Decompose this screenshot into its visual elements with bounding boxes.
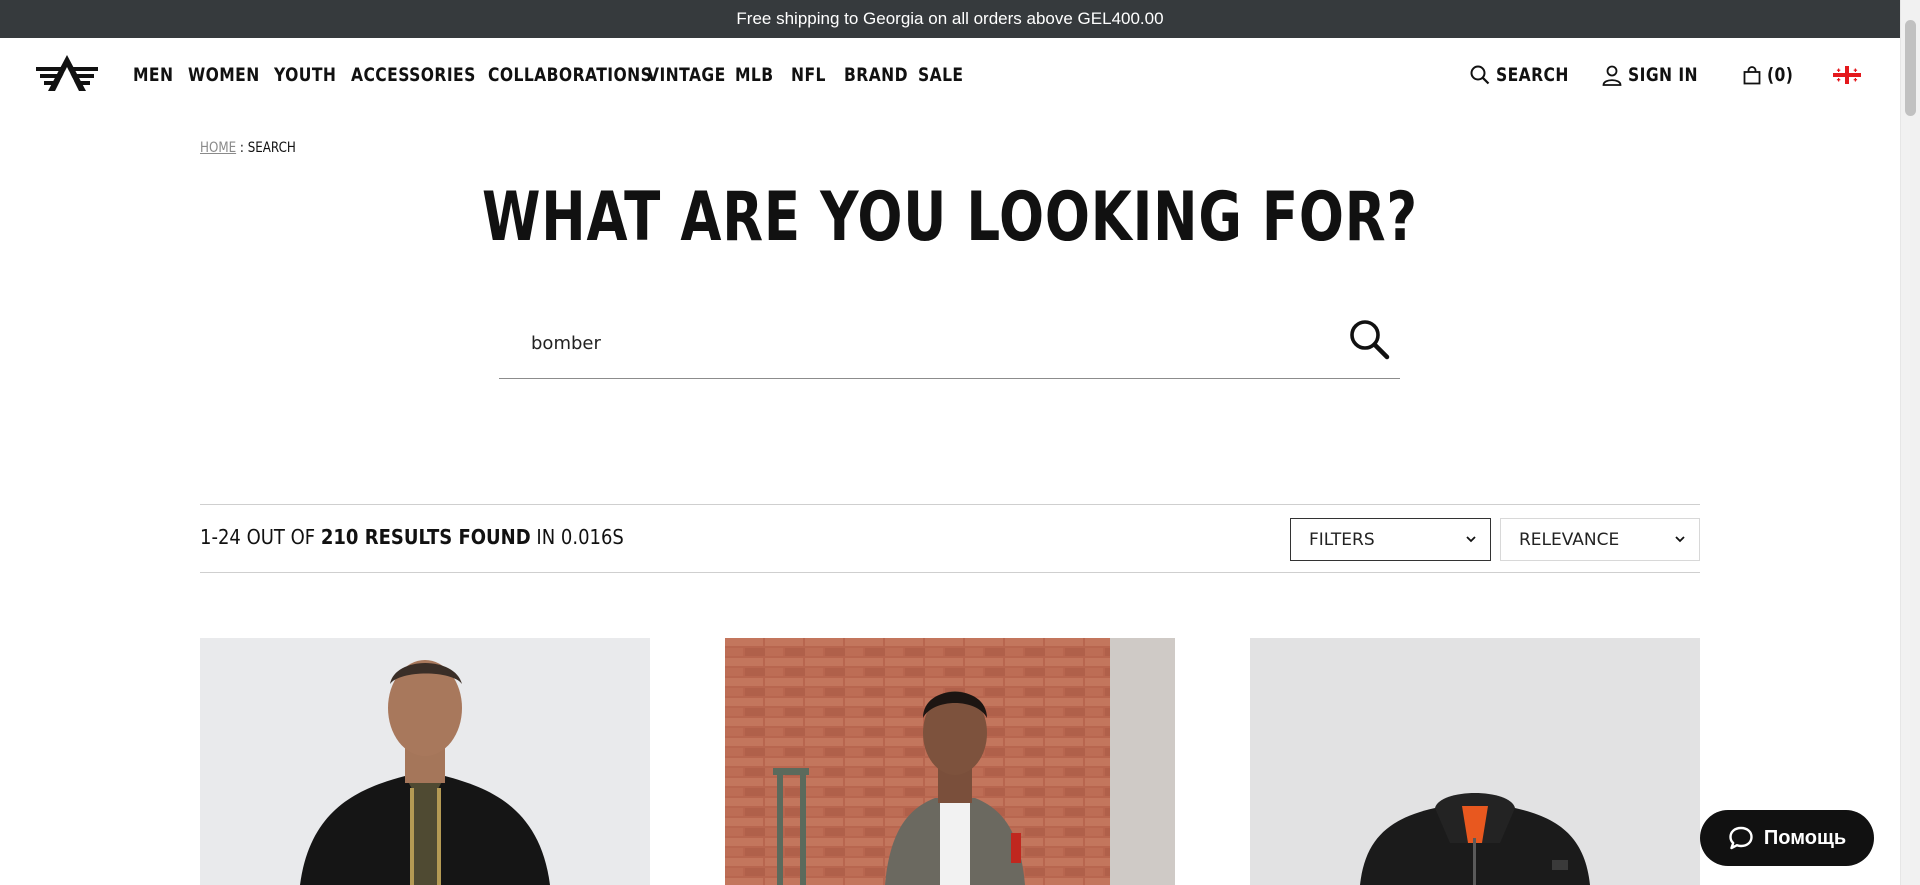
filters-label: FILTERS bbox=[1309, 529, 1375, 550]
help-chat-button[interactable]: Помощь bbox=[1700, 810, 1874, 866]
sign-in-link[interactable]: SIGN IN bbox=[1602, 38, 1713, 112]
breadcrumb-separator: : bbox=[236, 140, 248, 156]
announcement-bar: Free shipping to Georgia on all orders a… bbox=[0, 0, 1900, 38]
breadcrumb-current: SEARCH bbox=[247, 140, 296, 156]
nav-label[interactable]: ACCESSORIES bbox=[351, 64, 475, 86]
product-card[interactable] bbox=[200, 638, 650, 885]
search-link-label: SEARCH bbox=[1496, 64, 1569, 86]
nav-label[interactable]: SALE bbox=[918, 64, 963, 86]
search-form bbox=[499, 303, 1400, 379]
page-title-wrap: WHAT ARE YOU LOOKING FOR? bbox=[0, 178, 1900, 257]
nav-label[interactable]: VINTAGE bbox=[647, 64, 725, 86]
nav-item-women[interactable]: WOMEN bbox=[188, 64, 265, 86]
nav-item-mlb[interactable]: MLB bbox=[735, 64, 782, 86]
alpha-industries-logo[interactable] bbox=[36, 53, 98, 93]
shopping-bag-icon bbox=[1743, 65, 1761, 84]
chat-bubble-icon bbox=[1729, 826, 1753, 850]
nav-item-youth[interactable]: YOUTH bbox=[274, 64, 342, 86]
results-time: IN 0.016S bbox=[530, 525, 624, 549]
search-input[interactable] bbox=[529, 323, 1309, 363]
product-image-woman-bomber[interactable] bbox=[725, 638, 1175, 885]
chevron-down-icon bbox=[1466, 536, 1476, 543]
cart-count: (0) bbox=[1767, 64, 1794, 86]
sort-dropdown[interactable]: RELEVANCE bbox=[1500, 518, 1700, 561]
nav-label[interactable]: NFL bbox=[791, 64, 827, 86]
results-range: 1-24 OUT OF bbox=[200, 525, 321, 549]
nav-label[interactable]: MLB bbox=[735, 64, 774, 86]
search-submit-icon[interactable] bbox=[1347, 317, 1393, 363]
nav-label[interactable]: YOUTH bbox=[274, 64, 336, 86]
nav-item-collaborations[interactable]: COLLABORATIONS bbox=[488, 64, 652, 86]
nav-item-nfl[interactable]: NFL bbox=[791, 64, 835, 86]
nav-item-brand[interactable]: BRAND bbox=[844, 64, 909, 86]
sign-in-label: SIGN IN bbox=[1628, 64, 1698, 86]
page-title: WHAT ARE YOU LOOKING FOR? bbox=[482, 178, 1418, 257]
chevron-down-icon bbox=[1675, 536, 1685, 543]
scrollbar-thumb[interactable] bbox=[1905, 20, 1916, 116]
announcement-text: Free shipping to Georgia on all orders a… bbox=[736, 9, 1164, 28]
help-label: Помощь bbox=[1763, 826, 1847, 849]
product-image-bomber-flatlay[interactable] bbox=[1250, 638, 1700, 885]
search-link[interactable]: SEARCH bbox=[1470, 38, 1585, 112]
product-image-man-bomber[interactable] bbox=[200, 638, 650, 885]
results-summary: 1-24 OUT OF 210 RESULTS FOUND IN 0.016S bbox=[200, 525, 624, 549]
breadcrumb: HOME : SEARCH bbox=[200, 140, 296, 156]
nav-label[interactable]: WOMEN bbox=[188, 64, 259, 86]
user-icon bbox=[1602, 65, 1622, 86]
georgia-flag-icon[interactable] bbox=[1833, 66, 1861, 84]
sort-label: RELEVANCE bbox=[1519, 529, 1620, 550]
breadcrumb-home[interactable]: HOME bbox=[200, 140, 236, 156]
nav-item-accessories[interactable]: ACCESSORIES bbox=[351, 64, 479, 86]
nav-item-men[interactable]: MEN bbox=[133, 64, 179, 86]
main-nav: MEN WOMEN YOUTH ACCESSORIES COLLABORATIO… bbox=[133, 38, 977, 112]
nav-item-vintage[interactable]: VINTAGE bbox=[647, 64, 726, 86]
results-toolbar: 1-24 OUT OF 210 RESULTS FOUND IN 0.016S … bbox=[200, 504, 1700, 573]
search-icon bbox=[1470, 65, 1490, 85]
nav-item-sale[interactable]: SALE bbox=[918, 64, 968, 86]
site-header: MEN WOMEN YOUTH ACCESSORIES COLLABORATIO… bbox=[0, 38, 1900, 112]
page-scrollbar[interactable] bbox=[1900, 0, 1920, 885]
product-card[interactable] bbox=[725, 638, 1175, 885]
results-count: 210 RESULTS FOUND bbox=[320, 525, 531, 549]
product-card[interactable] bbox=[1250, 638, 1700, 885]
nav-label[interactable]: COLLABORATIONS bbox=[488, 64, 652, 86]
filters-dropdown[interactable]: FILTERS bbox=[1290, 518, 1491, 561]
cart-link[interactable]: (0) bbox=[1743, 38, 1799, 112]
nav-label[interactable]: BRAND bbox=[844, 64, 908, 86]
nav-label[interactable]: MEN bbox=[133, 64, 173, 86]
